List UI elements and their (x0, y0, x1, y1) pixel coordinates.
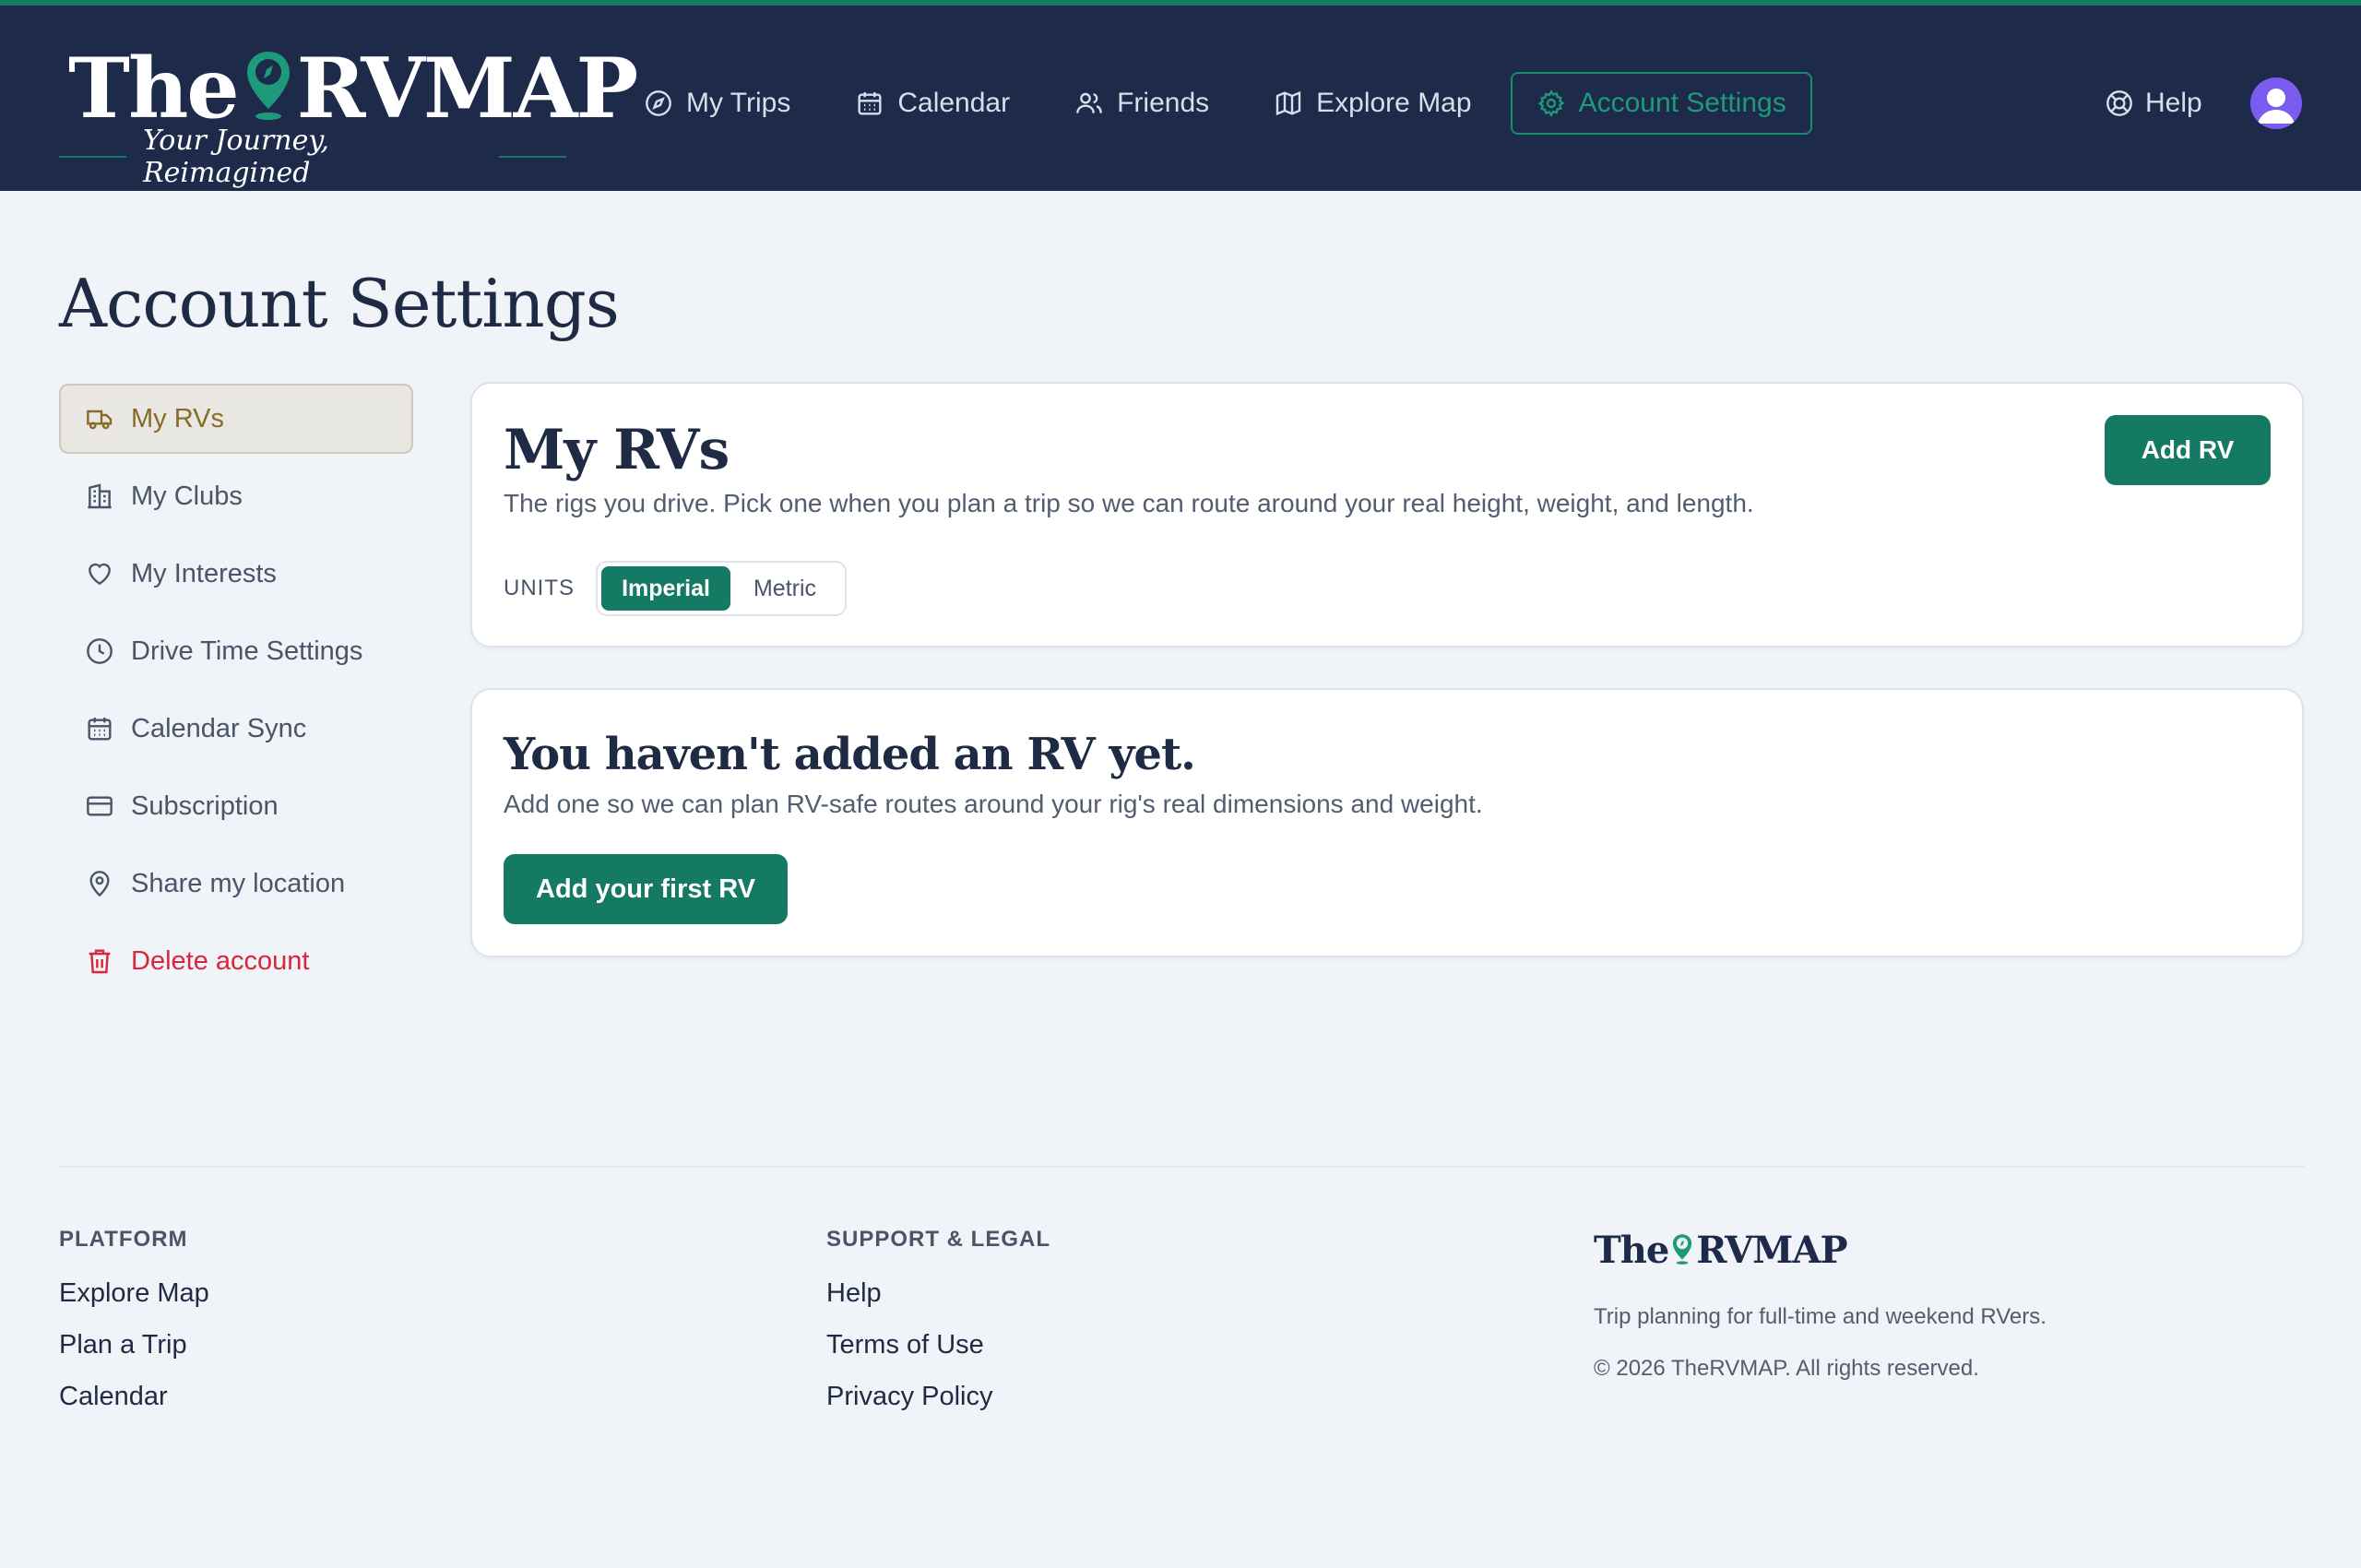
nav-account-settings[interactable]: Account Settings (1510, 72, 1812, 135)
sidebar-item-subscription[interactable]: Subscription (59, 771, 413, 841)
sidebar-item-label: Drive Time Settings (131, 636, 363, 666)
sidebar-item-drive-time[interactable]: Drive Time Settings (59, 616, 413, 686)
sidebar-item-my-clubs[interactable]: My Clubs (59, 461, 413, 531)
nav-friends[interactable]: Friends (1049, 72, 1235, 135)
nav-label: Account Settings (1578, 88, 1786, 118)
sidebar-item-my-rvs[interactable]: My RVs (59, 384, 413, 454)
sidebar-item-label: Share my location (131, 868, 346, 898)
map-icon (1275, 90, 1301, 116)
sidebar-item-my-interests[interactable]: My Interests (59, 539, 413, 609)
card-description: The rigs you drive. Pick one when you pl… (504, 489, 1754, 517)
brand-logo[interactable]: The RVMAP Your Journey, Reimagined (59, 39, 638, 189)
sidebar-item-label: My Clubs (131, 481, 243, 511)
footer-link-explore-map[interactable]: Explore Map (59, 1277, 209, 1311)
footer-support-column: SUPPORT & LEGAL Help Terms of Use Privac… (826, 1227, 1050, 1431)
my-rvs-card: My RVs The rigs you drive. Pick one when… (470, 382, 2304, 647)
nav-label: Calendar (897, 88, 1011, 118)
footer-logo: The RVMAP (1594, 1229, 1848, 1272)
clock-icon (87, 638, 113, 664)
nav-label: Explore Map (1316, 88, 1472, 118)
nav-explore-map[interactable]: Explore Map (1248, 72, 1497, 135)
units-label: UNITS (504, 576, 575, 600)
heart-icon (89, 563, 111, 586)
map-pin-icon (89, 871, 110, 897)
logo-name: RVMAP (296, 40, 639, 137)
footer-tagline: Trip planning for full-time and weekend … (1594, 1304, 2047, 1329)
nav-label: My Trips (686, 88, 791, 118)
tagline-rule-right (498, 156, 567, 158)
footer-link-help[interactable]: Help (826, 1277, 1050, 1311)
main-nav: My Trips Calendar Friends Explore Map Ac… (618, 72, 1812, 135)
footer-link-privacy[interactable]: Privacy Policy (826, 1380, 1050, 1414)
lifebuoy-icon (2106, 90, 2132, 116)
nav-calendar[interactable]: Calendar (829, 72, 1036, 135)
footer-heading: SUPPORT & LEGAL (826, 1227, 1051, 1252)
settings-sidebar: My RVs My Clubs My Interests Drive Time … (59, 384, 413, 1004)
sidebar-item-label: Calendar Sync (131, 713, 307, 743)
sidebar-item-label: My Interests (131, 558, 277, 588)
card-title: My RVs (504, 418, 730, 482)
logo-the: The (68, 40, 240, 137)
compass-icon (646, 90, 671, 116)
sidebar-item-delete-account[interactable]: Delete account (59, 926, 413, 996)
help-link[interactable]: Help (2105, 83, 2202, 124)
calendar-icon (88, 718, 112, 741)
user-avatar[interactable] (2250, 77, 2302, 129)
empty-state-description: Add one so we can plan RV-safe routes ar… (504, 790, 1483, 818)
help-label: Help (2145, 88, 2202, 118)
logo-tagline: Your Journey, Reimagined (59, 125, 567, 189)
add-rv-button[interactable]: Add RV (2105, 415, 2271, 485)
nav-label: Friends (1117, 88, 1210, 118)
map-pin-logo-icon (246, 52, 290, 120)
sidebar-item-calendar-sync[interactable]: Calendar Sync (59, 694, 413, 764)
nav-my-trips[interactable]: My Trips (618, 72, 816, 135)
user-icon (2258, 89, 2295, 124)
tagline-rule-left (59, 156, 127, 158)
logo-wordmark: The RVMAP (68, 40, 639, 137)
footer-logo-name: RVMAP (1696, 1229, 1847, 1272)
sidebar-item-label: Subscription (131, 790, 279, 821)
footer-link-terms[interactable]: Terms of Use (826, 1328, 1050, 1362)
empty-state-title: You haven't added an RV yet. (504, 729, 1196, 780)
add-first-rv-button[interactable]: Add your first RV (504, 854, 788, 924)
footer-logo-the: The (1594, 1229, 1669, 1272)
users-icon (1076, 92, 1102, 113)
units-metric-option[interactable]: Metric (730, 566, 839, 611)
top-header: The RVMAP Your Journey, Reimagined My Tr… (0, 0, 2361, 191)
calendar-icon (858, 92, 882, 115)
footer-platform-column: PLATFORM Explore Map Plan a Trip Calenda… (59, 1227, 209, 1431)
empty-state-card: You haven't added an RV yet. Add one so … (470, 688, 2304, 957)
units-toggle: Imperial Metric (596, 561, 847, 616)
truck-icon (87, 410, 113, 430)
trash-icon (89, 949, 111, 974)
building-icon (88, 483, 112, 509)
gear-icon (1537, 89, 1565, 117)
footer-link-plan-trip[interactable]: Plan a Trip (59, 1328, 209, 1362)
sidebar-item-label: Delete account (131, 945, 310, 976)
sidebar-item-label: My RVs (131, 403, 224, 434)
footer-copyright: © 2026 TheRVMAP. All rights reserved. (1594, 1356, 1979, 1381)
tagline-text: Your Journey, Reimagined (143, 125, 329, 189)
credit-card-icon (87, 796, 113, 816)
page-title: Account Settings (59, 265, 620, 342)
sidebar-item-share-location[interactable]: Share my location (59, 849, 413, 919)
units-imperial-option[interactable]: Imperial (601, 566, 730, 611)
footer-heading: PLATFORM (59, 1227, 188, 1252)
footer-divider (59, 1166, 2304, 1168)
footer-link-calendar[interactable]: Calendar (59, 1380, 209, 1414)
map-pin-logo-icon (1673, 1234, 1692, 1265)
